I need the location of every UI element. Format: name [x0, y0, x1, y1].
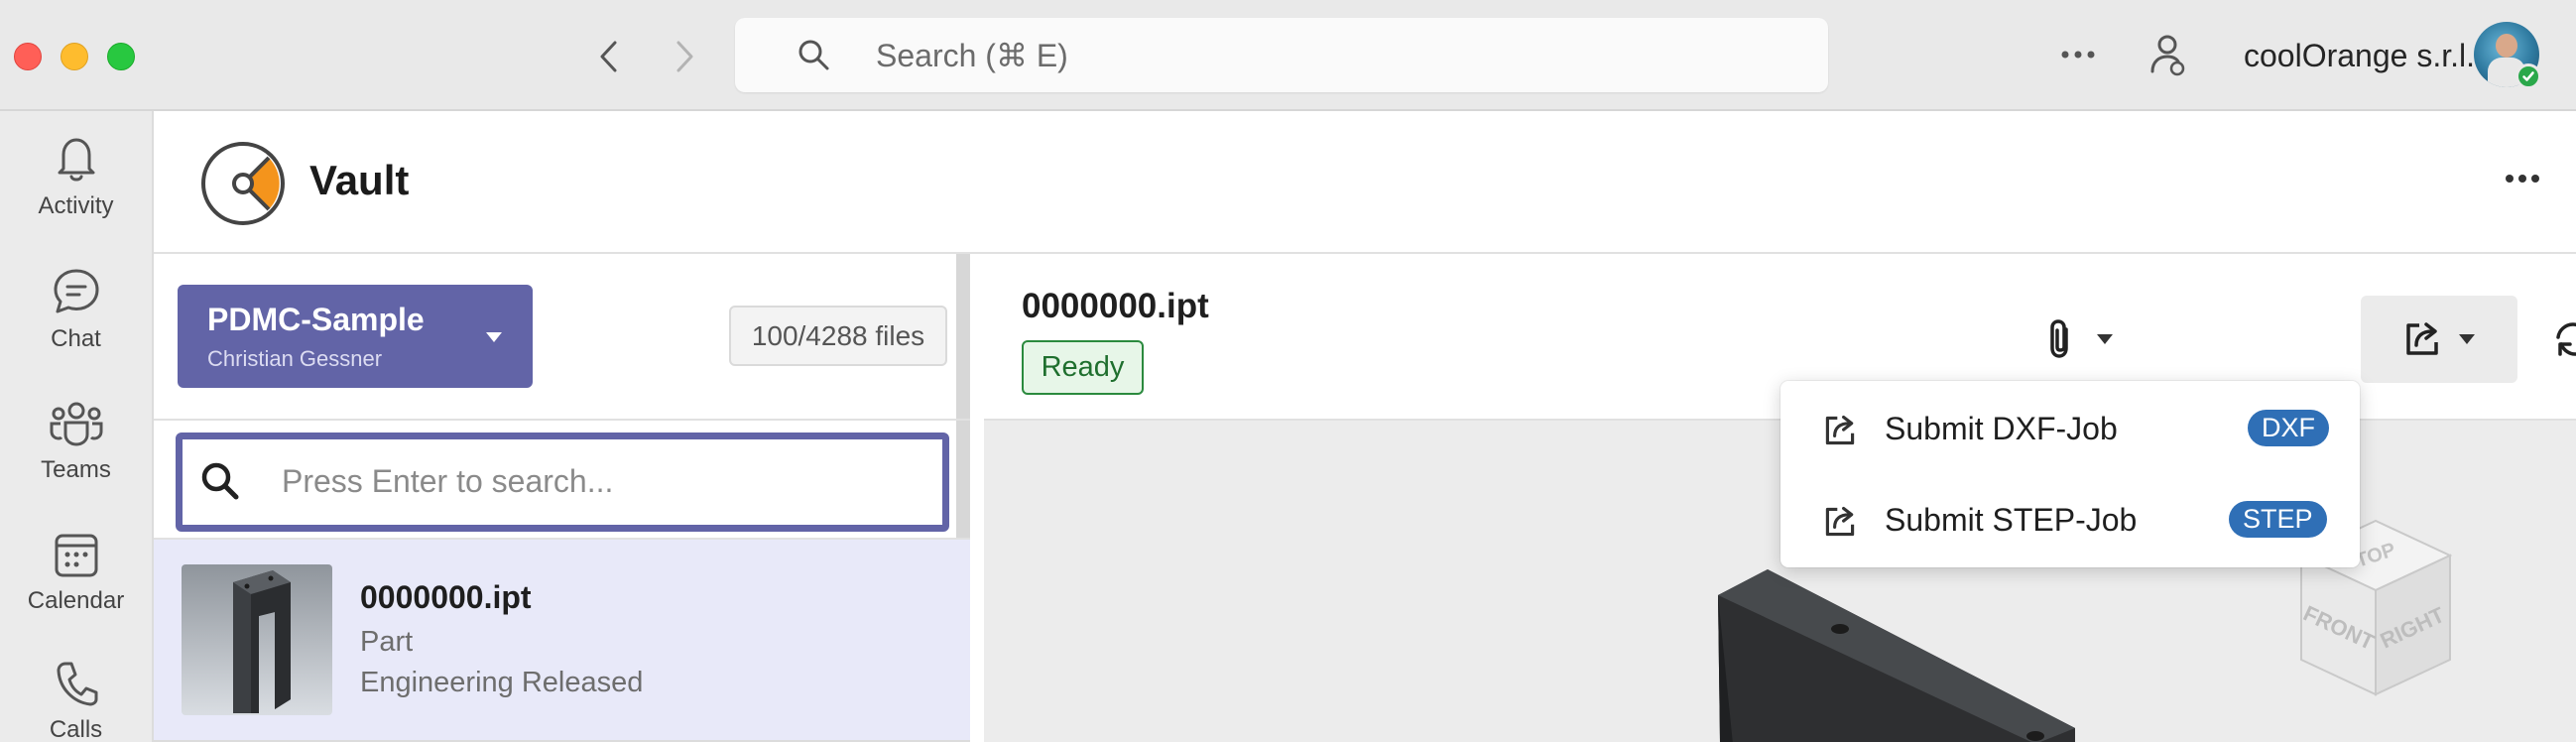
- app-title: Vault: [309, 157, 410, 203]
- file-name: 0000000.ipt: [360, 579, 532, 615]
- status-badge: Ready: [1022, 340, 1144, 395]
- caret-down-icon: [2459, 334, 2475, 344]
- person-icon: [2150, 35, 2185, 76]
- rail-item-activity[interactable]: Activity: [0, 133, 152, 220]
- chat-icon: [54, 269, 98, 313]
- more-icon[interactable]: [2505, 173, 2540, 185]
- workspace-user: Christian Gessner: [207, 346, 383, 371]
- workspace-selector[interactable]: PDMC-Sample Christian Gessner: [178, 285, 533, 388]
- list-item[interactable]: 0000000.ipt Part Engineering Released: [154, 540, 970, 740]
- export-icon: [1825, 415, 1855, 445]
- chevron-left-icon: [600, 41, 617, 72]
- global-search-bar[interactable]: Search (⌘ E): [735, 18, 1828, 92]
- search-icon: [798, 40, 829, 70]
- attachments-button[interactable]: [2025, 296, 2135, 383]
- dxf-badge: DXF: [2248, 410, 2329, 446]
- workspace-name: PDMC-Sample: [207, 302, 425, 337]
- rail-item-label: Activity: [38, 192, 114, 219]
- forward-button[interactable]: [666, 34, 705, 79]
- chevron-right-icon: [676, 41, 693, 72]
- export-icon: [2406, 322, 2438, 355]
- paperclip-icon: [2050, 319, 2068, 358]
- minimize-window-button[interactable]: [61, 43, 88, 70]
- more-icon: [2061, 51, 2095, 59]
- menu-item-submit-step[interactable]: Submit STEP-Job STEP: [1780, 474, 2360, 565]
- files-count-badge: 100/4288 files: [729, 306, 947, 366]
- back-button[interactable]: [588, 34, 628, 79]
- rail-item-teams[interactable]: Teams: [0, 399, 152, 484]
- org-name: coolOrange s.r.l.: [2244, 38, 2475, 73]
- divider: [154, 419, 970, 421]
- rail-item-label: Calls: [49, 716, 103, 742]
- menu-item-label: Submit DXF-Job: [1885, 411, 2118, 446]
- caret-down-icon: [486, 332, 502, 342]
- more-options-button[interactable]: [2059, 40, 2097, 74]
- file-list-panel: PDMC-Sample Christian Gessner 100/4288 f…: [154, 254, 970, 742]
- file-search-input[interactable]: Press Enter to search...: [176, 433, 949, 532]
- file-state: Engineering Released: [360, 667, 644, 698]
- file-search-placeholder: Press Enter to search...: [282, 463, 614, 499]
- rail-item-calls[interactable]: Calls: [0, 659, 152, 742]
- refresh-button[interactable]: [2539, 296, 2576, 383]
- file-thumbnail: [182, 564, 332, 715]
- rail-item-calendar[interactable]: Calendar: [0, 530, 152, 615]
- zoom-window-button[interactable]: [107, 43, 135, 70]
- app-rail: Activity Chat Teams Calendar Calls: [0, 111, 154, 742]
- rail-item-chat[interactable]: Chat: [0, 266, 152, 353]
- vault-logo-icon: [201, 142, 285, 225]
- export-dropdown-menu: Submit DXF-Job DXF Submit STEP-Job STEP: [1780, 381, 2360, 567]
- calendar-icon: [55, 534, 97, 577]
- bell-icon: [58, 138, 94, 182]
- caret-down-icon: [2097, 334, 2113, 344]
- app-window: Search (⌘ E) coolOrange s.r.l. Activity …: [0, 0, 2576, 742]
- rail-item-label: Teams: [41, 456, 111, 483]
- people-button[interactable]: [2146, 32, 2189, 82]
- refresh-icon: [2556, 322, 2576, 356]
- export-button[interactable]: [2361, 296, 2517, 383]
- teams-icon: [50, 402, 102, 446]
- app-header: Vault: [154, 111, 2576, 254]
- rail-item-label: Chat: [51, 325, 101, 352]
- document-title: 0000000.ipt: [1022, 287, 1209, 325]
- status-available-icon: [2515, 63, 2541, 89]
- menu-item-label: Submit STEP-Job: [1885, 502, 2138, 538]
- close-window-button[interactable]: [14, 43, 42, 70]
- title-bar: Search (⌘ E) coolOrange s.r.l.: [0, 0, 2576, 111]
- step-badge: STEP: [2229, 501, 2327, 538]
- export-icon: [1825, 506, 1855, 537]
- file-type: Part: [360, 626, 414, 658]
- menu-item-submit-dxf[interactable]: Submit DXF-Job DXF: [1780, 383, 2360, 474]
- rail-item-label: Calendar: [27, 587, 125, 614]
- global-search-placeholder: Search (⌘ E): [876, 38, 1068, 73]
- phone-icon: [57, 662, 97, 706]
- search-icon: [201, 462, 239, 500]
